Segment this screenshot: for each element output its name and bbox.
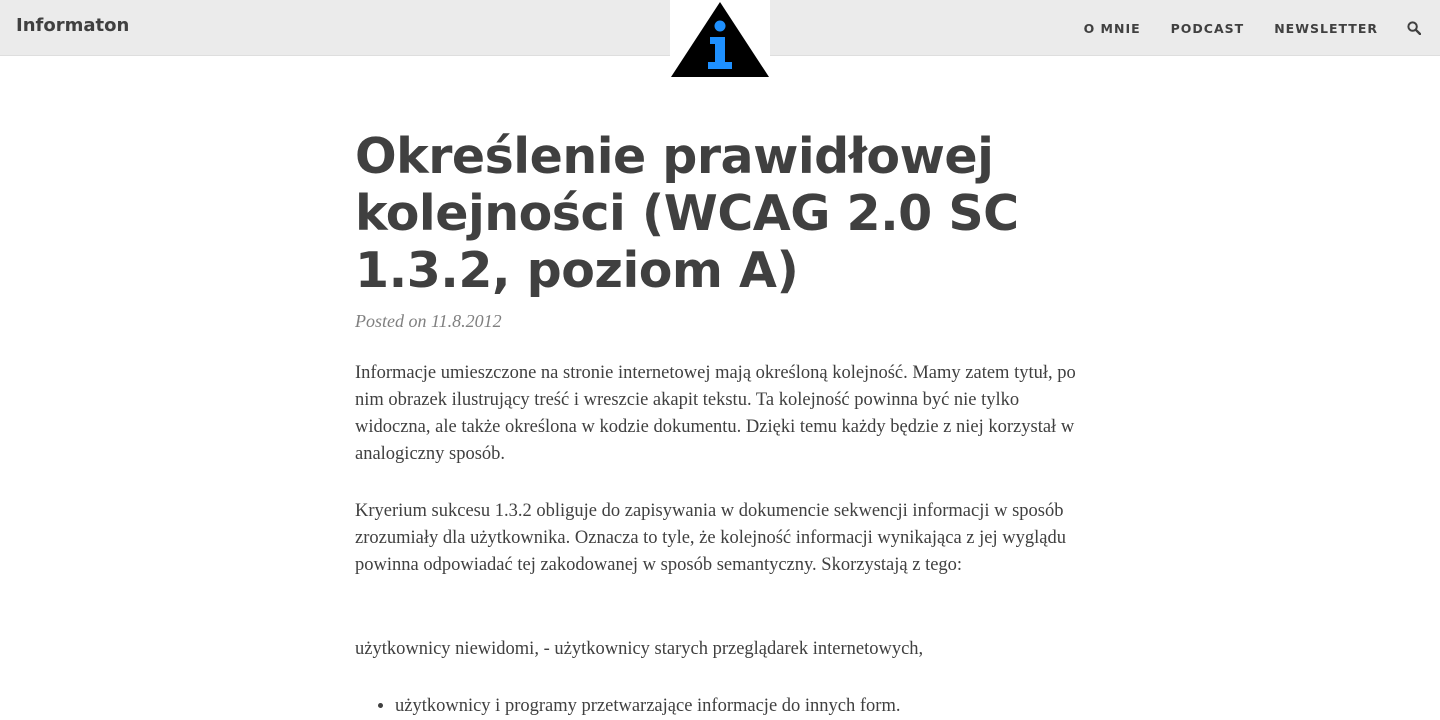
paragraph: Informacje umieszczone na stronie intern… bbox=[355, 363, 1076, 464]
nav-link-podcast[interactable]: PODCAST bbox=[1171, 21, 1245, 36]
search-icon[interactable] bbox=[1406, 20, 1422, 36]
list-item: użytkownicy i programy przetwarzające in… bbox=[395, 693, 900, 720]
post-title: Określenie prawidłowej kolejności (WCAG … bbox=[355, 128, 1019, 299]
top-navbar: Informaton O MNIE PODCAST NEWSLETTER bbox=[0, 0, 1440, 78]
nav-link-newsletter[interactable]: NEWSLETTER bbox=[1274, 21, 1378, 36]
paragraph: Kryerium sukcesu 1.3.2 obliguje do zapis… bbox=[355, 501, 1066, 575]
info-icon bbox=[671, 2, 769, 77]
nav-link-o-mnie[interactable]: O MNIE bbox=[1084, 21, 1141, 36]
bullet-list: użytkownicy i programy przetwarzające in… bbox=[355, 693, 900, 720]
post-date: Posted on 11.8.2012 bbox=[355, 311, 502, 331]
paragraph: użytkownicy niewidomi, - użytkownicy sta… bbox=[355, 639, 924, 659]
site-brand-link[interactable]: Informaton bbox=[16, 15, 129, 36]
post-content: Określenie prawidłowej kolejności (WCAG … bbox=[355, 128, 1090, 716]
main-nav: O MNIE PODCAST NEWSLETTER bbox=[1054, 0, 1422, 56]
info-triangle-logo[interactable] bbox=[670, 0, 770, 78]
